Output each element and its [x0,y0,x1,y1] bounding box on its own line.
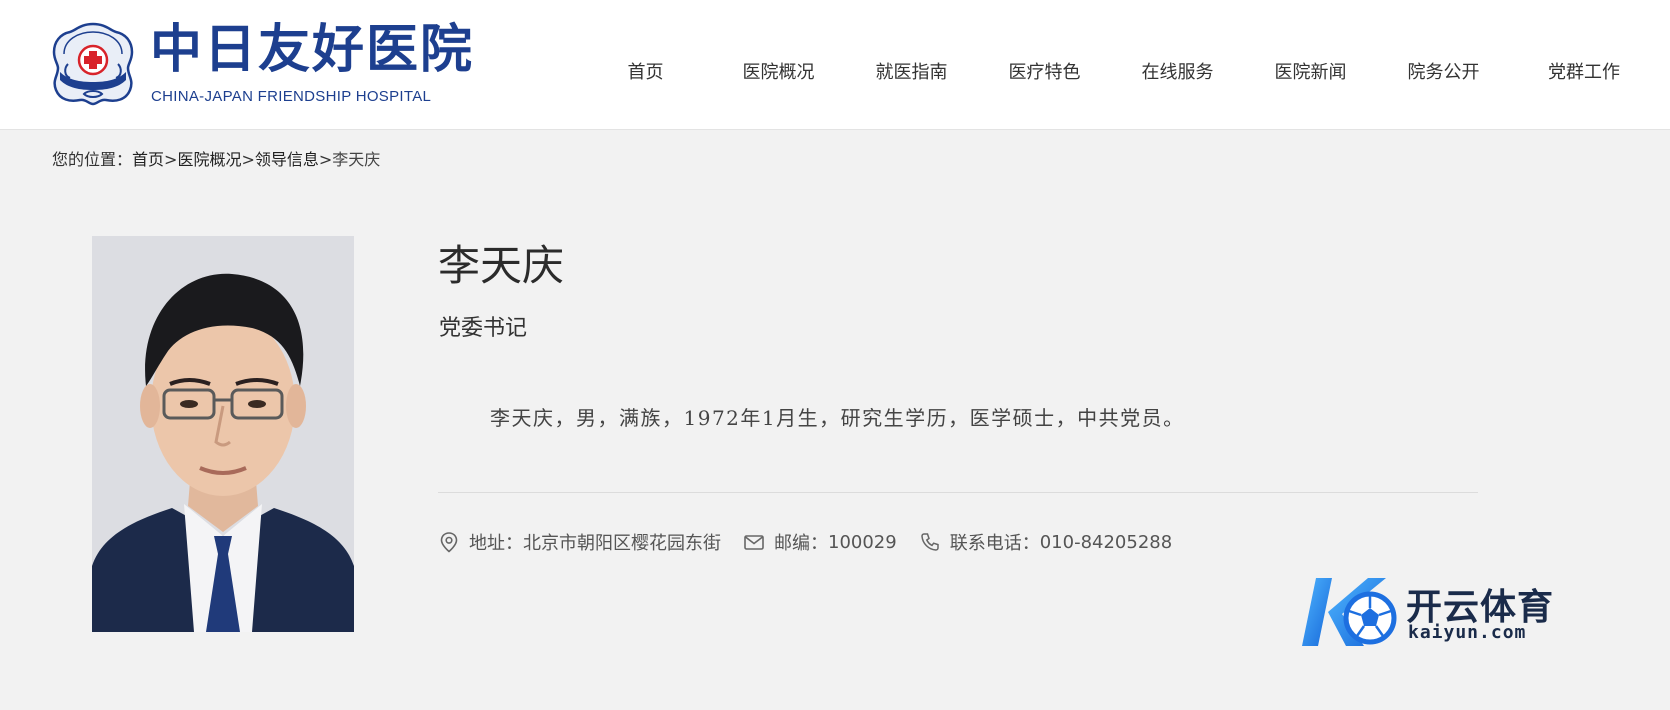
breadcrumb-separator: > [318,150,333,169]
phone-label: 联系电话： [949,533,1040,554]
person-bio: 李天庆，男，满族，1972年1月生，研究生学历，医学硕士，中共党员。 [490,406,1185,430]
nav-item-hospital-overview[interactable]: 医院概况 [712,58,845,84]
nav-item-home[interactable]: 首页 [579,58,712,84]
phone-icon [920,533,939,551]
phone-group: 联系电话： 010-84205288 [919,529,1172,555]
portrait-illustration [92,236,354,632]
site-header: 中日友好医院 CHINA-JAPAN FRIENDSHIP HOSPITAL 首… [0,0,1670,130]
mail-icon [744,535,764,550]
breadcrumb-separator: > [164,150,178,169]
section-divider [438,492,1478,493]
watermark-text-en: kaiyun.com [1408,622,1527,643]
person-title: 党委书记 [439,316,528,341]
breadcrumb-link-overview[interactable]: 医院概况 [177,150,241,169]
nav-item-hospital-news[interactable]: 医院新闻 [1244,58,1377,84]
nav-item-patient-guide[interactable]: 就医指南 [845,58,978,84]
main-nav: 首页 医院概况 就医指南 医疗特色 在线服务 医院新闻 院务公开 党群工作 [579,58,1621,84]
nav-item-online-services[interactable]: 在线服务 [1111,58,1244,84]
logo-name-cn: 中日友好医院 [150,19,475,80]
watermark-logo: 开云体育 kaiyun.com [1298,572,1560,652]
address-label: 地址： [469,533,523,554]
address-value: 北京市朝阳区樱花园东街 [523,533,721,554]
breadcrumb-link-leadership[interactable]: 领导信息 [255,150,319,169]
phone-value[interactable]: 010-84205288 [1040,532,1172,553]
location-pin-icon [440,532,458,553]
breadcrumb-current: 李天庆 [332,150,381,169]
postcode-label: 邮编： [774,533,828,554]
nav-item-party-work[interactable]: 党群工作 [1510,58,1620,84]
hospital-emblem-icon [52,22,134,106]
breadcrumb-separator: > [241,150,255,169]
address-group: 地址： 北京市朝阳区樱花园东街 [438,529,721,555]
nav-item-affairs-disclosure[interactable]: 院务公开 [1377,58,1510,84]
postcode-value: 100029 [828,531,897,553]
person-name: 李天庆 [438,241,565,290]
watermark-k-ball-icon [1302,578,1397,646]
contact-info: 地址： 北京市朝阳区樱花园东街 邮编： 100029 联系电话： 010-842052… [438,529,1194,555]
breadcrumb-prefix: 您的位置： [52,150,133,169]
postcode-group: 邮编： 100029 [743,529,897,555]
portrait-photo [92,236,354,632]
breadcrumb-link-home[interactable]: 首页 [132,150,164,169]
hospital-logo[interactable]: 中日友好医院 CHINA-JAPAN FRIENDSHIP HOSPITAL [50,16,472,112]
nav-item-medical-specialties[interactable]: 医疗特色 [978,58,1111,84]
logo-name-en: CHINA-JAPAN FRIENDSHIP HOSPITAL [151,88,432,105]
breadcrumb: 您的位置：首页>医院概况>领导信息>李天庆 [52,146,380,170]
